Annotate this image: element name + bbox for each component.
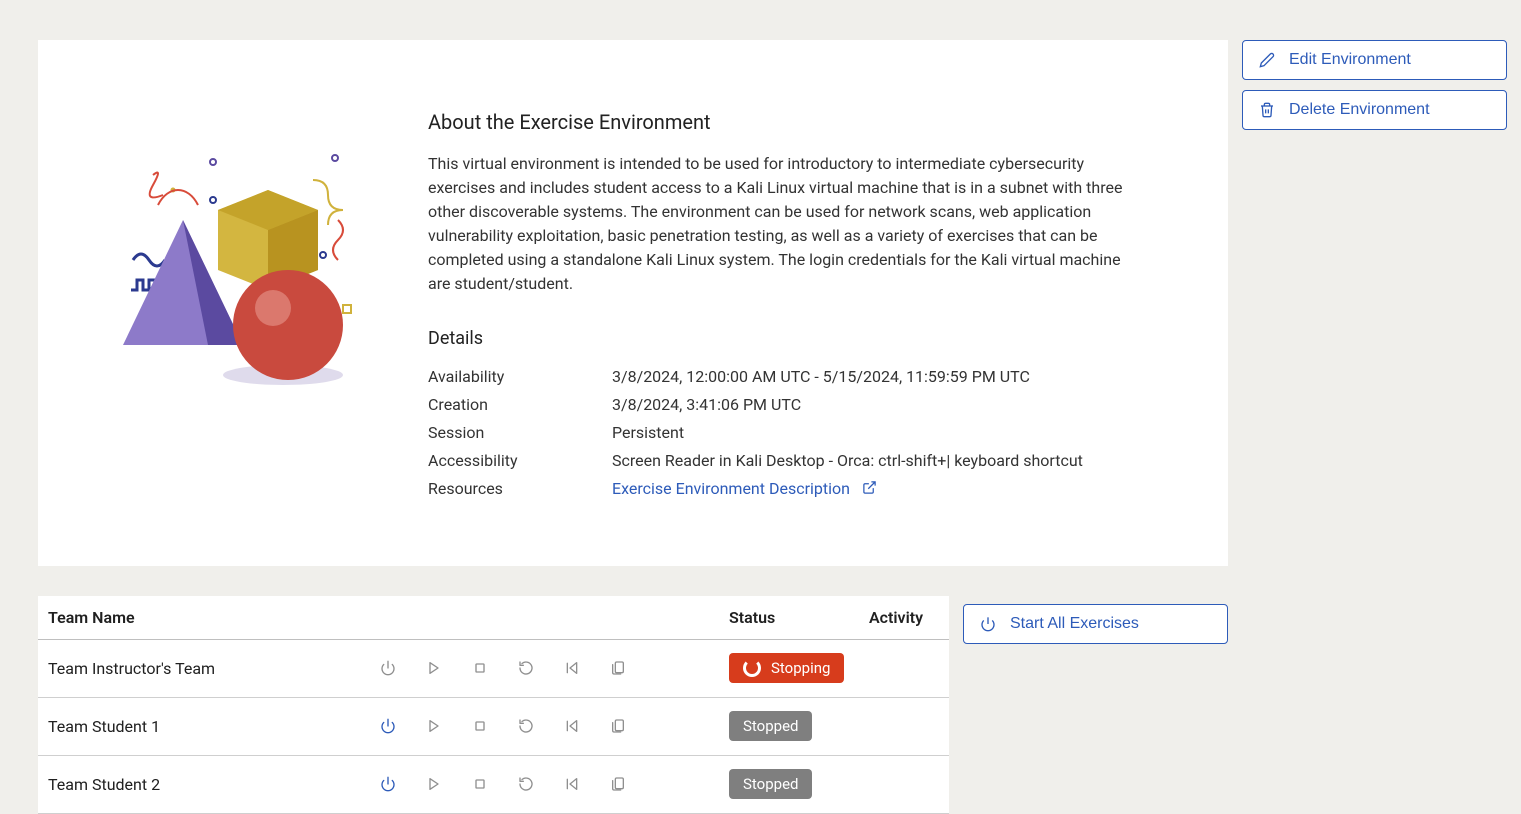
detail-value: Persistent bbox=[612, 421, 684, 445]
stop-button[interactable] bbox=[470, 774, 490, 794]
delete-environment-button[interactable]: Delete Environment bbox=[1242, 90, 1507, 130]
stop-button[interactable] bbox=[470, 658, 490, 678]
detail-label: Accessibility bbox=[428, 449, 612, 473]
detail-resources: Resources Exercise Environment Descripti… bbox=[428, 477, 1138, 502]
detail-value: 3/8/2024, 3:41:06 PM UTC bbox=[612, 393, 801, 417]
about-description: This virtual environment is intended to … bbox=[428, 152, 1138, 296]
status-text: Stopped bbox=[743, 775, 798, 793]
power-button[interactable] bbox=[378, 716, 398, 736]
col-activity: Activity bbox=[869, 608, 939, 627]
row-actions bbox=[378, 658, 658, 678]
play-button[interactable] bbox=[424, 774, 444, 794]
external-link-icon bbox=[862, 478, 877, 502]
start-all-exercises-button[interactable]: Start All Exercises bbox=[963, 604, 1228, 644]
team-name: Team Student 1 bbox=[48, 717, 378, 736]
skip-back-button[interactable] bbox=[562, 716, 582, 736]
status-badge: Stopping bbox=[729, 653, 844, 683]
about-title: About the Exercise Environment bbox=[428, 110, 1138, 134]
skip-back-button[interactable] bbox=[562, 774, 582, 794]
button-label: Start All Exercises bbox=[1010, 615, 1139, 633]
copy-button[interactable] bbox=[608, 774, 628, 794]
detail-creation: Creation 3/8/2024, 3:41:06 PM UTC bbox=[428, 393, 1138, 417]
power-button[interactable] bbox=[378, 774, 398, 794]
status-badge: Stopped bbox=[729, 711, 812, 741]
table-row: Team Student 1 Stopped bbox=[38, 698, 949, 756]
team-name: Team Instructor's Team bbox=[48, 659, 378, 678]
detail-value: 3/8/2024, 12:00:00 AM UTC - 5/15/2024, 1… bbox=[612, 365, 1030, 389]
detail-session: Session Persistent bbox=[428, 421, 1138, 445]
resources-link[interactable]: Exercise Environment Description bbox=[612, 479, 850, 498]
status-cell: Stopped bbox=[729, 769, 869, 799]
table-row: Team Instructor's Team Stopping bbox=[38, 640, 949, 698]
row-actions bbox=[378, 774, 658, 794]
button-label: Edit Environment bbox=[1289, 51, 1411, 69]
play-button[interactable] bbox=[424, 658, 444, 678]
status-text: Stopped bbox=[743, 717, 798, 735]
pencil-icon bbox=[1259, 52, 1275, 68]
trash-icon bbox=[1259, 102, 1275, 118]
details-heading: Details bbox=[428, 328, 1138, 349]
team-name: Team Student 2 bbox=[48, 775, 378, 794]
detail-label: Resources bbox=[428, 477, 612, 502]
status-cell: Stopped bbox=[729, 711, 869, 741]
power-button[interactable] bbox=[378, 658, 398, 678]
teams-table: Team Name Status Activity Team Instructo… bbox=[38, 596, 949, 814]
button-label: Delete Environment bbox=[1289, 101, 1430, 119]
detail-value: Screen Reader in Kali Desktop - Orca: ct… bbox=[612, 449, 1083, 473]
table-header: Team Name Status Activity bbox=[38, 596, 949, 640]
stop-button[interactable] bbox=[470, 716, 490, 736]
detail-accessibility: Accessibility Screen Reader in Kali Desk… bbox=[428, 449, 1138, 473]
row-actions bbox=[378, 716, 658, 736]
restart-button[interactable] bbox=[516, 658, 536, 678]
spinner-icon bbox=[743, 659, 761, 677]
table-row: Team Student 2 Stopped bbox=[38, 756, 949, 814]
play-button[interactable] bbox=[424, 716, 444, 736]
restart-button[interactable] bbox=[516, 716, 536, 736]
detail-label: Session bbox=[428, 421, 612, 445]
detail-label: Creation bbox=[428, 393, 612, 417]
col-team-name: Team Name bbox=[48, 608, 378, 627]
col-status: Status bbox=[729, 608, 869, 627]
status-badge: Stopped bbox=[729, 769, 812, 799]
restart-button[interactable] bbox=[516, 774, 536, 794]
about-card: About the Exercise Environment This virt… bbox=[38, 40, 1228, 566]
status-cell: Stopping bbox=[729, 653, 869, 683]
skip-back-button[interactable] bbox=[562, 658, 582, 678]
copy-button[interactable] bbox=[608, 716, 628, 736]
geometric-shapes-icon bbox=[113, 150, 383, 390]
status-text: Stopping bbox=[771, 659, 830, 677]
detail-availability: Availability 3/8/2024, 12:00:00 AM UTC -… bbox=[428, 365, 1138, 389]
detail-label: Availability bbox=[428, 365, 612, 389]
copy-button[interactable] bbox=[608, 658, 628, 678]
edit-environment-button[interactable]: Edit Environment bbox=[1242, 40, 1507, 80]
environment-illustration bbox=[98, 110, 398, 390]
power-icon bbox=[980, 616, 996, 632]
